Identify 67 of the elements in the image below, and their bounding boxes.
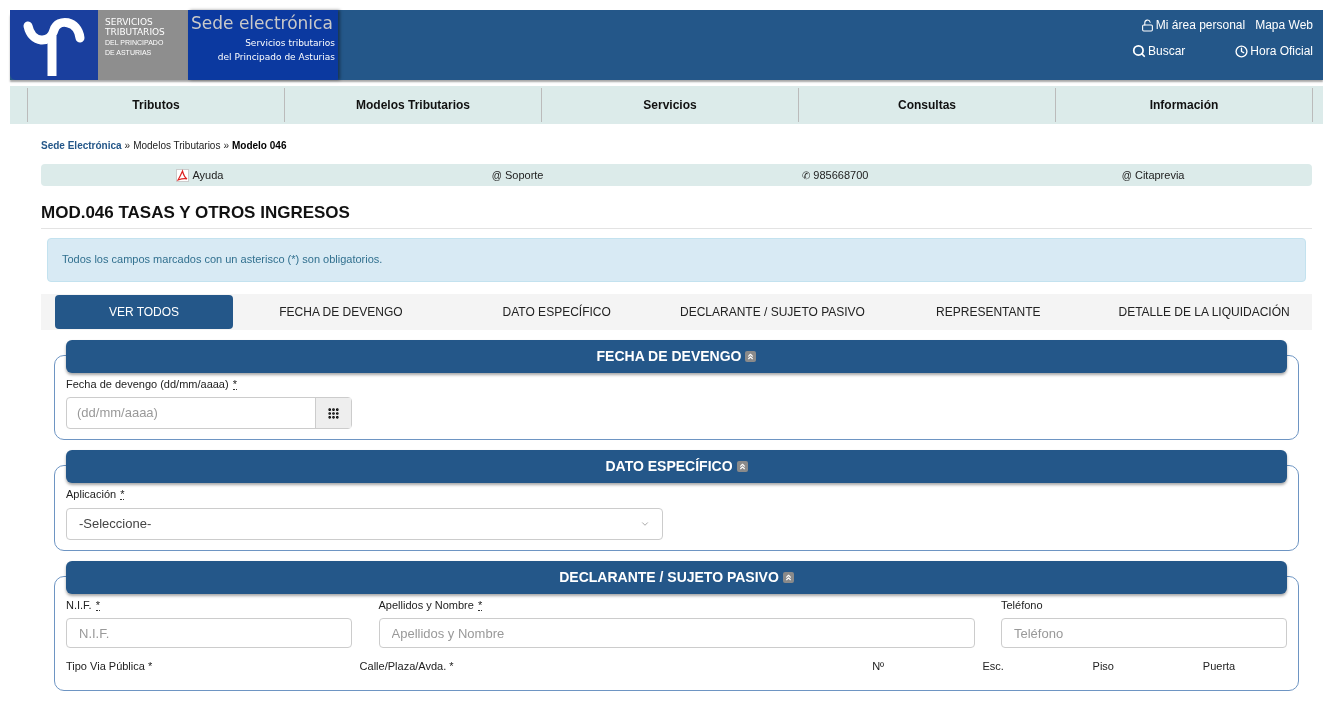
- search-icon: [1131, 44, 1146, 58]
- required-mark: *: [477, 599, 483, 611]
- padlock-icon: [1140, 18, 1154, 32]
- section-tab[interactable]: DETALLE DE LA LIQUIDACIÓN: [1096, 294, 1312, 329]
- breadcrumb-separator: »: [124, 139, 131, 153]
- text-field[interactable]: N.I.F.: [66, 618, 352, 648]
- required-mark: *: [232, 378, 237, 390]
- text-field[interactable]: Teléfono: [1001, 618, 1287, 648]
- collapse-icon[interactable]: [736, 461, 748, 472]
- page-title: MOD.046 TASAS Y OTROS INGRESOS: [41, 202, 351, 224]
- nav-item[interactable]: Servicios: [541, 88, 798, 122]
- section-tab[interactable]: DATO ESPECÍFICO: [448, 294, 665, 329]
- field-label: N.I.F.: [66, 597, 92, 613]
- pdf-icon: [176, 168, 190, 182]
- help-link[interactable]: ✆ 985668700: [802, 166, 869, 184]
- field-label: Puerta: [1202, 659, 1236, 674]
- collapse-icon[interactable]: [782, 571, 794, 583]
- info-notice: Todos los campos marcados con un asterisco (*) son obligatorios.: [47, 237, 1306, 282]
- clock-icon: [1235, 44, 1249, 58]
- logo-text: TRIBUTARIOS: [105, 27, 166, 37]
- help-link[interactable]: @ Soporte: [491, 166, 544, 184]
- site-subtitle: del Principado de Asturias: [217, 51, 335, 64]
- section-header[interactable]: DECLARANTE / SUJETO PASIVO: [66, 560, 1287, 594]
- section-header[interactable]: FECHA DE DEVENGO: [66, 339, 1287, 373]
- text-field[interactable]: Apellidos y Nombre: [378, 618, 975, 648]
- nav-item[interactable]: Modelos Tributarios: [284, 88, 541, 122]
- section-tab[interactable]: DECLARANTE / SUJETO PASIVO: [664, 294, 881, 329]
- site-title: Sede electrónica: [190, 12, 334, 35]
- date-input[interactable]: (dd/mm/aaaa): [67, 398, 315, 428]
- breadcrumb-item: Modelos Tributarios: [133, 139, 221, 153]
- section-tab[interactable]: FECHA DE DEVENGO: [233, 294, 449, 329]
- field-label: Fecha de devengo (dd/mm/aaaa): [66, 376, 229, 392]
- field-label: Piso: [1092, 659, 1114, 674]
- field-label: Calle/Plaza/Avda. *: [359, 659, 454, 674]
- nav-item[interactable]: Consultas: [798, 88, 1055, 122]
- field-label: Teléfono: [1001, 597, 1043, 613]
- field-label: Tipo Via Pública *: [66, 659, 153, 674]
- date-field[interactable]: (dd/mm/aaaa): [66, 397, 352, 429]
- breadcrumb-separator: »: [223, 139, 229, 153]
- section-tab[interactable]: REPRESENTANTE: [880, 294, 1097, 329]
- select-field[interactable]: -Seleccione-: [66, 507, 663, 540]
- field-label: Esc.: [982, 659, 1004, 674]
- field-label: Aplicación: [66, 487, 117, 502]
- breadcrumb-link[interactable]: Sede Electrónica: [41, 138, 122, 153]
- header-link[interactable]: Mi área personal: [1140, 16, 1246, 34]
- section-header[interactable]: DATO ESPECÍFICO: [66, 450, 1287, 483]
- field-label: Nº: [872, 659, 885, 674]
- header-link[interactable]: Mapa Web: [1255, 16, 1313, 34]
- breadcrumb-item: Modelo 046: [232, 139, 287, 153]
- help-link[interactable]: @ Citaprevia: [1121, 166, 1185, 184]
- calendar-grid-icon: [327, 406, 340, 420]
- calendar-button[interactable]: [315, 398, 351, 428]
- header-link[interactable]: Hora Oficial: [1235, 42, 1313, 60]
- field-label: Apellidos y Nombre: [378, 597, 474, 613]
- required-mark: *: [95, 599, 100, 611]
- header-link[interactable]: Buscar: [1131, 42, 1186, 60]
- logo-text: SERVICIOS: [105, 17, 154, 27]
- collapse-icon[interactable]: [745, 350, 757, 362]
- nav-item[interactable]: Información: [1055, 88, 1313, 122]
- site-subtitle: Servicios tributarios: [245, 37, 335, 50]
- help-link[interactable]: Ayuda: [176, 166, 224, 184]
- required-mark: *: [120, 489, 125, 500]
- section-title: DATO ESPECÍFICO: [605, 457, 733, 476]
- section-title: DECLARANTE / SUJETO PASIVO: [559, 567, 779, 587]
- section-tab[interactable]: VER TODOS: [55, 294, 233, 329]
- nav-item[interactable]: Tributos: [27, 88, 284, 122]
- section-title: FECHA DE DEVENGO: [596, 346, 742, 366]
